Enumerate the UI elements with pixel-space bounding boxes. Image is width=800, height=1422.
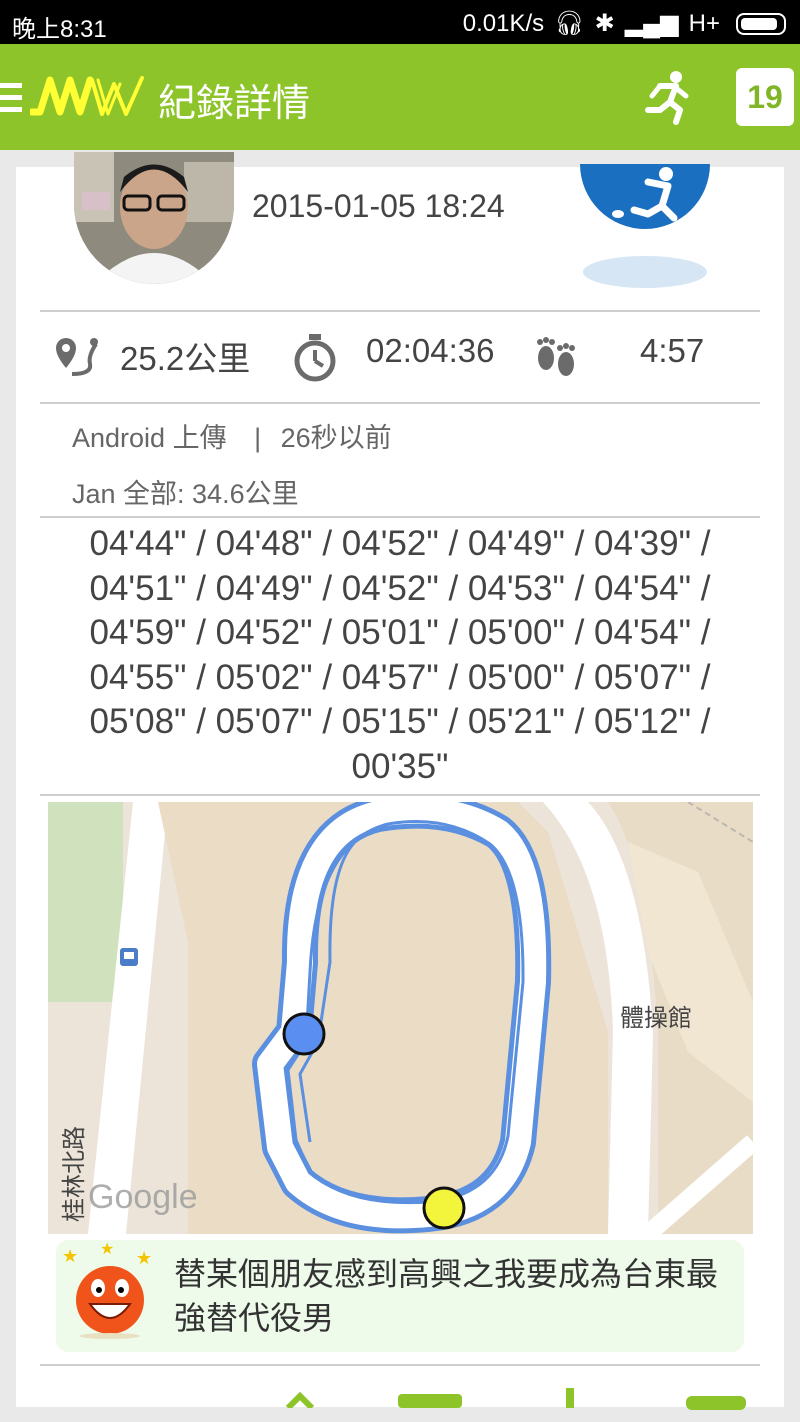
upload-source: Android 上傳	[72, 423, 227, 453]
route-map[interactable]: 體操館 桂林北路 Google	[48, 802, 753, 1234]
status-bar: 晚上8:31 0.01K/s 🎧︎ ✱ ▂▄▆ H+	[0, 0, 800, 44]
upload-separator: |	[254, 423, 262, 453]
divider	[40, 310, 760, 312]
split-times: 04'44" / 04'48" / 04'52" / 04'49" / 04'3…	[89, 524, 711, 786]
running-icon[interactable]	[640, 70, 694, 126]
month-total: Jan 全部: 34.6公里	[72, 479, 299, 509]
bluetooth-icon: ✱	[594, 10, 615, 37]
like-icon[interactable]	[560, 1388, 580, 1408]
record-datetime: 2015-01-05 18:24	[252, 188, 505, 224]
status-icons: 0.01K/s 🎧︎ ✱ ▂▄▆ H+	[463, 9, 786, 38]
divider	[40, 516, 760, 518]
end-marker	[422, 1186, 466, 1230]
app-logo	[30, 76, 144, 116]
start-marker	[282, 1012, 326, 1056]
map-watermark: Google	[88, 1178, 198, 1216]
battery-icon	[736, 12, 786, 35]
message-text: 替某個朋友感到高興之我要成為台東最強替代役男	[174, 1255, 719, 1337]
network-type: H+	[688, 9, 720, 37]
divider	[40, 794, 760, 796]
divider	[40, 402, 760, 404]
comment-icon[interactable]	[686, 1396, 746, 1410]
signal-icon: ▂▄▆	[624, 10, 679, 37]
upload-time: 26秒以前	[280, 423, 392, 453]
duration-value: 02:04:36	[366, 332, 495, 369]
facebook-icon[interactable]	[398, 1394, 462, 1408]
page-title: 紀錄詳情	[158, 81, 311, 125]
network-speed: 0.01K/s	[462, 9, 545, 37]
stopwatch-icon	[294, 334, 336, 382]
headset-icon: 🎧︎	[554, 10, 585, 37]
happy-emoji-icon: ★ ★ ★	[62, 1240, 152, 1339]
status-time: 晚上8:31	[12, 16, 107, 43]
menu-icon[interactable]	[0, 83, 24, 113]
share-icon[interactable]	[280, 1392, 320, 1408]
building-label: 體操館	[620, 1004, 692, 1032]
road-label: 桂林北路	[60, 1126, 88, 1222]
divider	[40, 1364, 760, 1366]
svg-text:★: ★	[62, 1246, 78, 1267]
svg-text:★: ★	[136, 1248, 152, 1269]
notification-badge[interactable]: 19	[736, 68, 794, 126]
footprints-icon	[537, 337, 575, 376]
upload-info: Android 上傳 | 26秒以前	[72, 416, 392, 455]
distance-icon	[56, 338, 98, 376]
svg-text:★: ★	[100, 1240, 114, 1258]
pace-value: 4:57	[640, 332, 705, 369]
distance-value: 25.2公里	[120, 340, 251, 377]
sport-type-icon	[580, 164, 710, 288]
